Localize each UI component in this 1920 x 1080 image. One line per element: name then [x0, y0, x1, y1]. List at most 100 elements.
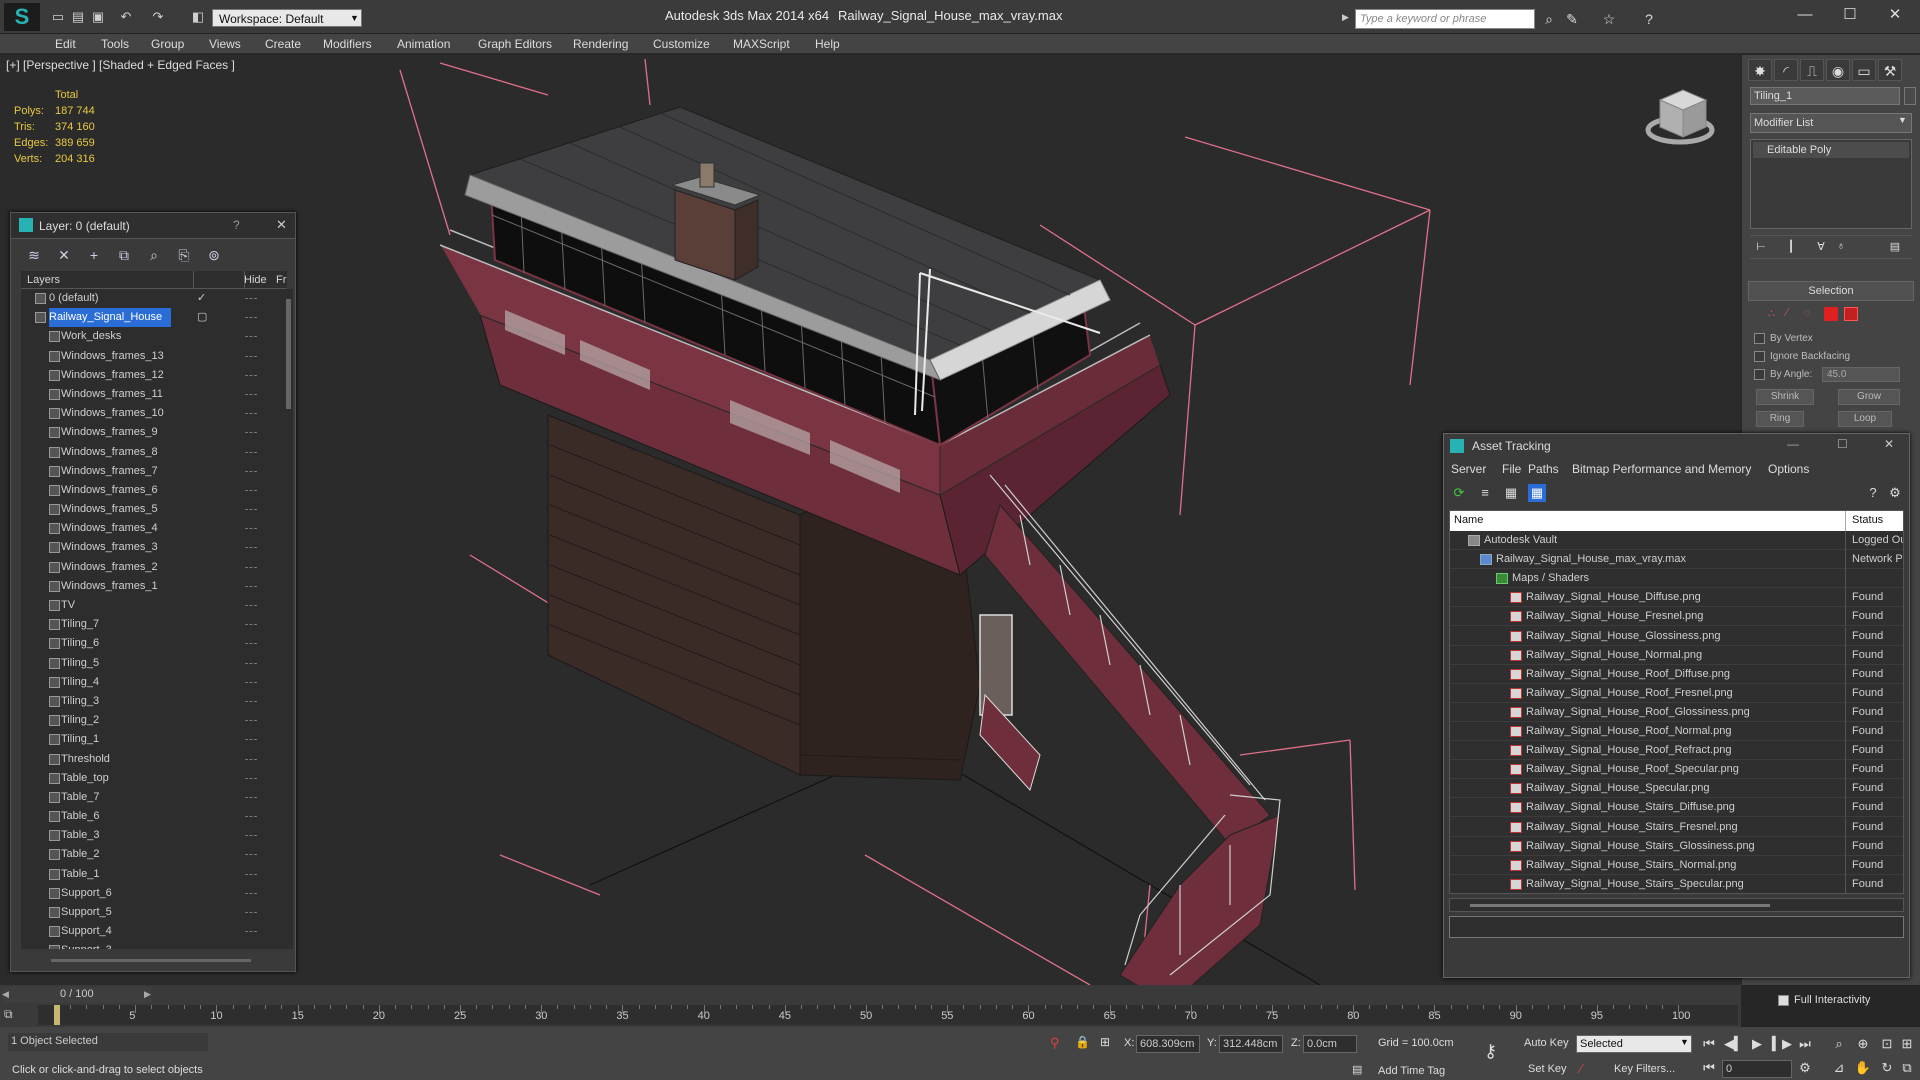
close-icon[interactable]: ✕: [1884, 437, 1894, 451]
settings-icon[interactable]: ⚙: [1886, 484, 1904, 502]
hide-toggle[interactable]: [245, 547, 257, 549]
time-slider[interactable]: ◀ 0 / 100 ▶: [2, 987, 152, 1003]
layer-row[interactable]: Windows_frames_7: [21, 462, 287, 481]
maximize-viewport-icon[interactable]: ⧉: [1898, 1059, 1916, 1077]
menu-maxscript[interactable]: MAXScript: [733, 34, 790, 54]
time-track[interactable]: 5 10 15 20 25 30 35 40 45 50 55 60 65 70 75 80 85 90 95 100: [38, 1005, 1738, 1025]
layer-row[interactable]: Tiling_1: [21, 730, 287, 749]
menu-animation[interactable]: Animation: [397, 34, 450, 54]
by-vertex-checkbox[interactable]: [1754, 333, 1765, 344]
selection-rollout-header[interactable]: Selection: [1748, 281, 1914, 301]
create-tab-icon[interactable]: ✸: [1748, 59, 1772, 81]
zoom-all-icon[interactable]: ⊕: [1854, 1035, 1872, 1053]
layer-row[interactable]: Support_3: [21, 941, 287, 949]
hide-toggle[interactable]: [245, 355, 257, 358]
layer-help-button[interactable]: ?: [233, 218, 240, 232]
hide-toggle[interactable]: [245, 393, 257, 396]
menu-edit[interactable]: Edit: [55, 34, 76, 54]
asset-row[interactable]: Railway_Signal_House_Stairs_Normal.png Fo…: [1450, 855, 1903, 875]
binoculars-icon[interactable]: ⌕: [1540, 10, 1558, 28]
freeze-column[interactable]: Fr: [276, 274, 286, 286]
hide-toggle[interactable]: [245, 816, 257, 818]
hide-toggle[interactable]: [245, 451, 257, 454]
vertex-mode-icon[interactable]: ∴: [1768, 307, 1782, 321]
layer-row[interactable]: Windows_frames_13: [21, 347, 287, 366]
help-icon[interactable]: ?: [1640, 10, 1658, 28]
add-to-layer-icon[interactable]: ⧉: [113, 244, 135, 266]
open-file-icon[interactable]: ▤: [70, 9, 86, 25]
communication-center-icon[interactable]: ✎: [1563, 10, 1581, 28]
zoom-extents-icon[interactable]: ⊡: [1878, 1035, 1896, 1053]
hide-toggle[interactable]: [245, 528, 257, 530]
hide-toggle[interactable]: [245, 892, 257, 895]
chevron-right-icon[interactable]: ▶: [1342, 12, 1349, 23]
asset-menu-options[interactable]: Options: [1768, 462, 1809, 476]
ring-button[interactable]: Ring: [1756, 411, 1804, 427]
layer-row[interactable]: Windows_frames_12: [21, 366, 287, 385]
display-tab-icon[interactable]: ▭: [1852, 59, 1876, 81]
workspace-dropdown[interactable]: Workspace: Default: [212, 9, 362, 27]
hide-toggle[interactable]: [245, 374, 257, 377]
asset-path-field[interactable]: [1449, 916, 1904, 938]
hide-toggle[interactable]: [245, 413, 257, 415]
key-icon[interactable]: ⚷: [1484, 1041, 1497, 1062]
layer-horizontal-scrollbar[interactable]: [51, 959, 251, 962]
layer-row[interactable]: Threshold: [21, 750, 287, 769]
utilities-tab-icon[interactable]: ⚒: [1878, 59, 1902, 81]
hide-toggle[interactable]: [245, 835, 257, 837]
asset-row[interactable]: Railway_Signal_House_Roof_Glossiness.png…: [1450, 702, 1903, 722]
hierarchy-tab-icon[interactable]: ⎍: [1800, 59, 1824, 81]
chevron-down-icon[interactable]: ▼: [1898, 115, 1907, 125]
new-file-icon[interactable]: ▭: [50, 9, 66, 25]
layer-row[interactable]: Windows_frames_4: [21, 519, 287, 538]
layer-row[interactable]: Support_5: [21, 903, 287, 922]
viewport-label[interactable]: [+] [Perspective ] [Shaded + Edged Faces…: [6, 58, 235, 72]
layer-row[interactable]: Tiling_7: [21, 615, 287, 634]
asset-row[interactable]: Railway_Signal_House_Stairs_Glossiness.p…: [1450, 836, 1903, 856]
layer-row[interactable]: Tiling_2: [21, 711, 287, 730]
status-column-header[interactable]: Status: [1852, 514, 1883, 526]
layer-row[interactable]: Windows_frames_1: [21, 577, 287, 596]
select-layer-objects-icon[interactable]: ⌕: [143, 244, 165, 266]
asset-menu-file[interactable]: File: [1502, 462, 1521, 476]
redo-icon[interactable]: ↷: [150, 9, 166, 25]
angle-spinner[interactable]: 45.0: [1822, 367, 1900, 382]
asset-row[interactable]: Railway_Signal_House_Stairs_Diffuse.png F…: [1450, 798, 1903, 818]
isolate-icon[interactable]: ⚲: [1050, 1035, 1060, 1051]
shrink-button[interactable]: Shrink: [1756, 389, 1814, 405]
asset-row[interactable]: Railway_Signal_House_Diffuse.png Found: [1450, 588, 1903, 608]
asset-row[interactable]: Maps / Shaders: [1450, 569, 1903, 589]
active-layer-check-icon[interactable]: ✓: [197, 289, 206, 308]
polygon-mode-icon[interactable]: [1824, 307, 1838, 321]
refresh-icon[interactable]: ⟳: [1450, 484, 1468, 502]
key-set-dropdown[interactable]: Selected: [1576, 1035, 1692, 1053]
layer-row[interactable]: Table_3: [21, 826, 287, 845]
hide-toggle[interactable]: [245, 317, 257, 319]
hide-toggle[interactable]: [245, 470, 257, 473]
layer-row[interactable]: 0 (default) ✓: [21, 289, 287, 308]
layer-row[interactable]: Tiling_6: [21, 634, 287, 653]
undo-icon[interactable]: ↶: [118, 9, 134, 25]
asset-menu-bitmap-performance[interactable]: Bitmap Performance and Memory: [1572, 462, 1751, 476]
menu-graph-editors[interactable]: Graph Editors: [478, 34, 552, 54]
zoom-extents-all-icon[interactable]: ⊞: [1898, 1035, 1916, 1053]
element-mode-icon[interactable]: [1844, 307, 1858, 321]
hide-toggle[interactable]: [245, 566, 257, 569]
prev-frame-icon[interactable]: ◀: [2, 989, 9, 1000]
menu-group[interactable]: Group: [151, 34, 184, 54]
hide-toggle[interactable]: [245, 298, 257, 300]
layer-row[interactable]: Windows_frames_2: [21, 558, 287, 577]
hide-toggle[interactable]: [245, 662, 257, 665]
project-folder-icon[interactable]: ◧: [190, 9, 206, 25]
asset-window-titlebar[interactable]: Asset Tracking — ☐ ✕: [1444, 434, 1909, 458]
asset-row[interactable]: Railway_Signal_House_Roof_Refract.png Fou…: [1450, 741, 1903, 761]
layer-row[interactable]: Tiling_4: [21, 673, 287, 692]
hide-toggle[interactable]: [245, 873, 257, 876]
hide-toggle[interactable]: [245, 854, 257, 856]
orbit-icon[interactable]: ↻: [1878, 1059, 1896, 1077]
asset-row[interactable]: Railway_Signal_House_Roof_Specular.png Fo…: [1450, 760, 1903, 780]
layer-row[interactable]: Railway_Signal_House ▢: [21, 308, 287, 328]
hide-all-layers-icon[interactable]: ⊚: [203, 244, 225, 266]
viewcube-icon[interactable]: [1645, 89, 1715, 145]
motion-tab-icon[interactable]: ◉: [1826, 59, 1850, 81]
